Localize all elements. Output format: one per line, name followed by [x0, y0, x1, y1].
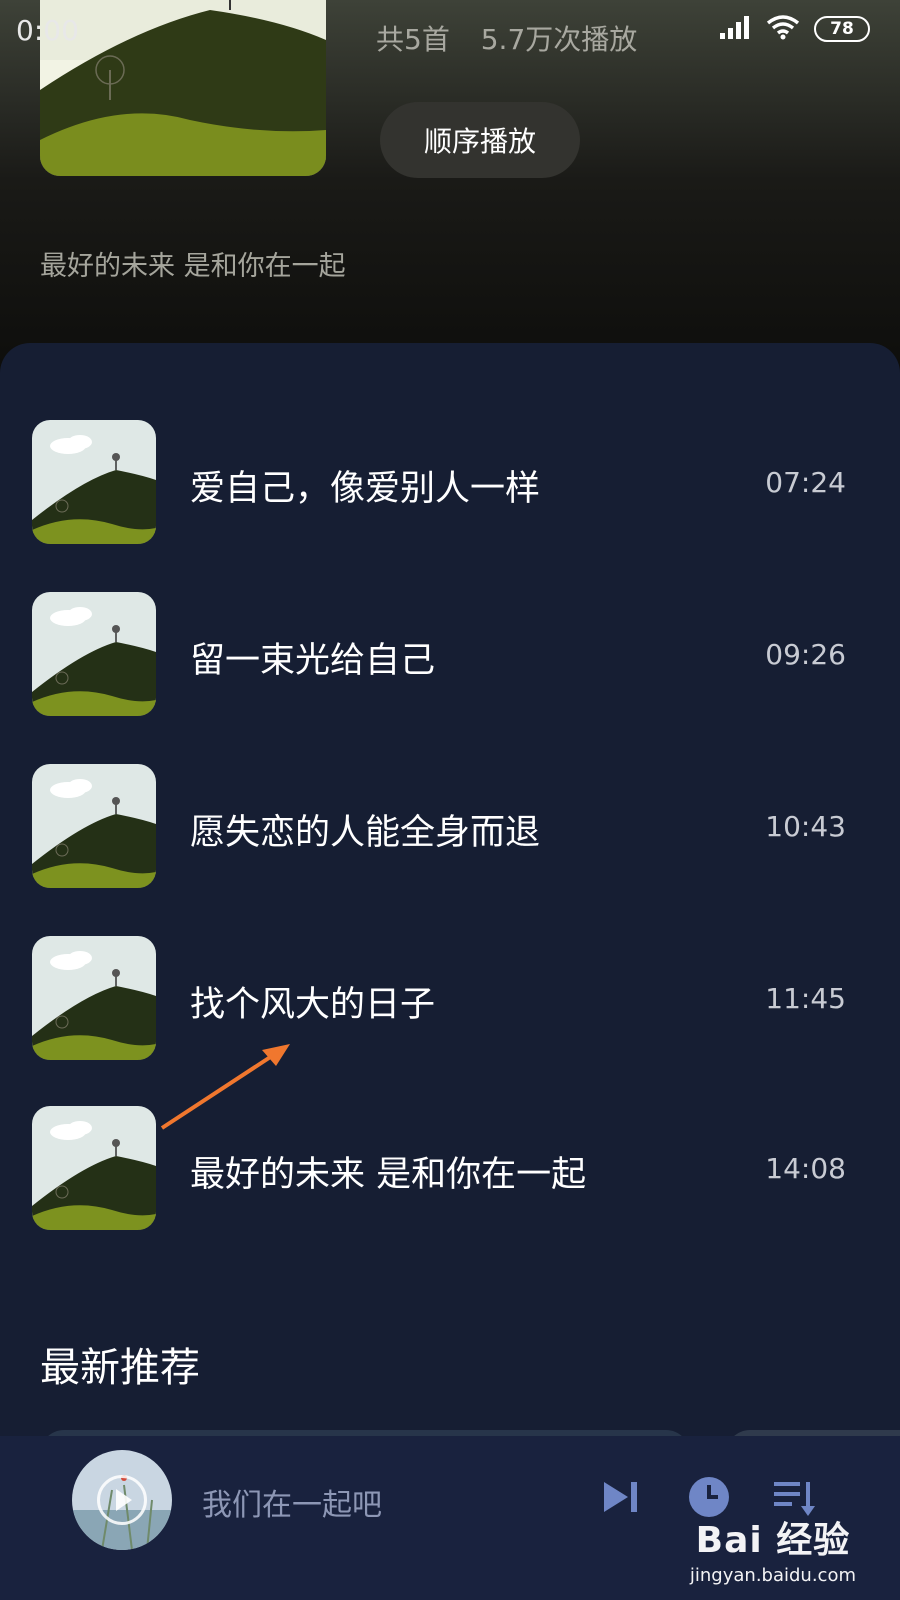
next-track-icon[interactable] — [598, 1472, 648, 1522]
song-duration: 10:43 — [765, 810, 846, 843]
song-thumbnail — [32, 420, 156, 544]
watermark-logo: Bai 经验 — [695, 1520, 851, 1561]
song-duration: 11:45 — [765, 982, 846, 1015]
song-item[interactable]: 最好的未来 是和你在一起 14:08 — [0, 1106, 900, 1236]
song-item[interactable]: 找个风大的日子 11:45 — [0, 936, 900, 1066]
song-duration: 14:08 — [765, 1152, 846, 1185]
signal-icon — [720, 15, 752, 43]
song-item[interactable]: 留一束光给自己 09:26 — [0, 592, 900, 722]
album-description: 最好的未来 是和你在一起 — [40, 251, 346, 282]
play-order-button[interactable]: 顺序播放 — [380, 102, 580, 178]
song-title: 找个风大的日子 — [190, 985, 436, 1025]
song-title: 愿失恋的人能全身而退 — [190, 813, 541, 853]
status-bar: 0:00 78 — [0, 0, 900, 64]
song-item[interactable]: 爱自己，像爱别人一样 07:24 — [0, 420, 900, 550]
play-icon[interactable] — [97, 1475, 147, 1525]
song-title: 留一束光给自己 — [190, 641, 436, 681]
song-title: 爱自己，像爱别人一样 — [190, 469, 541, 509]
song-thumbnail — [32, 592, 156, 716]
song-title: 最好的未来 是和你在一起 — [190, 1155, 587, 1195]
now-playing-title: 我们在一起吧 — [202, 1488, 382, 1523]
song-thumbnail — [32, 1106, 156, 1230]
battery-icon: 78 — [814, 16, 870, 42]
watermark-url: jingyan.baidu.com — [689, 1565, 856, 1586]
clock: 0:00 — [16, 14, 79, 47]
baidu-watermark: Bai 经验 jingyan.baidu.com — [690, 1511, 856, 1586]
song-item[interactable]: 愿失恋的人能全身而退 10:43 — [0, 764, 900, 894]
recommend-section-title: 最新推荐 — [40, 1345, 200, 1391]
song-thumbnail — [32, 764, 156, 888]
song-duration: 09:26 — [765, 638, 846, 671]
song-thumbnail — [32, 936, 156, 1060]
song-duration: 07:24 — [765, 466, 846, 499]
mini-player[interactable]: 我们在一起吧 Bai 经验 jingyan.baidu.com — [0, 1436, 900, 1600]
wifi-icon — [766, 14, 800, 44]
